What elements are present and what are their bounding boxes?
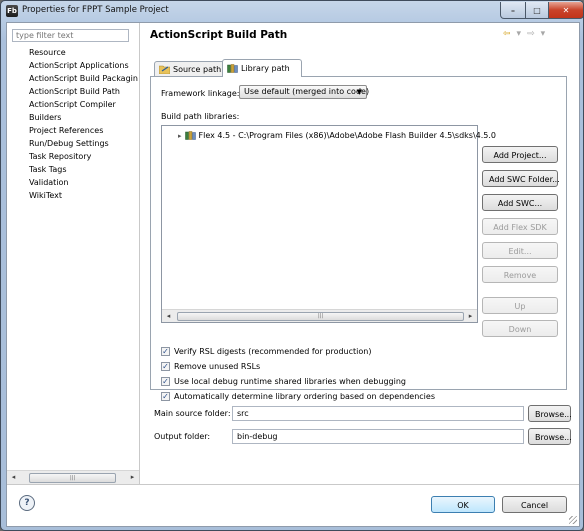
use-local-debug-rsl-label: Use local debug runtime shared libraries… xyxy=(174,377,406,386)
property-page-content: ActionScript Build Path ⇦ ▾ ⇨ ▾ Source p… xyxy=(140,23,579,484)
up-button[interactable]: Up xyxy=(482,297,558,314)
maximize-button[interactable]: □ xyxy=(525,2,549,19)
sidebar-item-resource[interactable]: Resource xyxy=(29,46,138,59)
auto-library-ordering-checkbox[interactable]: ✓ xyxy=(161,392,170,401)
flash-builder-app-icon: Fb xyxy=(6,5,18,17)
sidebar-horizontal-scrollbar[interactable]: ◂ ||| ▸ xyxy=(7,470,139,484)
build-path-libraries-tree[interactable]: ▸ Flex 4.5 - C:\Program Files (x86)\Adob… xyxy=(161,125,496,323)
sidebar-item-task-repository[interactable]: Task Repository xyxy=(29,150,138,163)
remove-unused-rsls-label: Remove unused RSLs xyxy=(174,362,261,371)
framework-linkage-label: Framework linkage: xyxy=(161,89,240,98)
libraries-horizontal-scrollbar[interactable]: ◂ ||| ▸ xyxy=(162,309,477,322)
help-icon[interactable]: ? xyxy=(19,495,35,511)
scroll-right-arrow-icon[interactable]: ▸ xyxy=(126,471,139,484)
dropdown-arrow-icon: ▼ xyxy=(356,88,362,96)
ok-button[interactable]: OK xyxy=(431,496,495,513)
property-navigation-pane: Resource ActionScript Applications Actio… xyxy=(7,23,140,484)
library-entry-label: Flex 4.5 - C:\Program Files (x86)\Adobe\… xyxy=(198,131,497,140)
view-menu-chevron-icon[interactable]: ▾ xyxy=(541,29,546,39)
add-swc-folder-button[interactable]: Add SWC Folder... xyxy=(482,170,560,187)
page-title: ActionScript Build Path xyxy=(150,29,288,41)
verify-rsl-checkbox[interactable]: ✓ xyxy=(161,347,170,356)
dialog-client-area: Resource ActionScript Applications Actio… xyxy=(6,22,580,527)
framework-linkage-select[interactable]: Use default (merged into code) ▼ xyxy=(239,85,370,99)
sidebar-item-actionscript-applications[interactable]: ActionScript Applications xyxy=(29,59,138,72)
title-bar[interactable]: Fb Properties for FPPT Sample Project – … xyxy=(1,1,583,21)
down-button[interactable]: Down xyxy=(482,320,558,337)
filter-input[interactable] xyxy=(12,29,129,42)
sidebar-item-actionscript-build-packaging[interactable]: ActionScript Build Packagin xyxy=(29,72,138,85)
build-path-libraries-label: Build path libraries: xyxy=(161,112,240,121)
close-button[interactable]: ✕ xyxy=(548,2,583,19)
history-navigation: ⇦ ▾ ⇨ ▾ xyxy=(503,29,545,39)
scroll-thumb[interactable]: ||| xyxy=(177,312,464,321)
browse-source-button[interactable]: Browse... xyxy=(528,405,572,422)
scroll-right-arrow-icon[interactable]: ▸ xyxy=(464,310,477,323)
sidebar-item-run-debug-settings[interactable]: Run/Debug Settings xyxy=(29,137,138,150)
window-title: Properties for FPPT Sample Project xyxy=(22,5,169,15)
remove-button[interactable]: Remove xyxy=(482,266,558,283)
tab-source-path[interactable]: Source path xyxy=(154,61,230,77)
output-folder-input[interactable] xyxy=(232,429,524,444)
use-local-debug-rsl-checkbox[interactable]: ✓ xyxy=(161,377,170,386)
remove-unused-rsls-option[interactable]: ✓ Remove unused RSLs xyxy=(161,360,260,373)
tab-library-path[interactable]: Library path xyxy=(222,59,302,77)
sidebar-item-wikitext[interactable]: WikiText xyxy=(29,189,138,202)
tab-source-path-label: Source path xyxy=(173,65,222,74)
framework-linkage-value: Use default (merged into code) xyxy=(244,87,370,96)
library-books-icon xyxy=(184,131,196,140)
scroll-left-arrow-icon[interactable]: ◂ xyxy=(162,310,175,323)
minimize-button[interactable]: – xyxy=(500,2,526,19)
main-source-folder-input[interactable] xyxy=(232,406,524,421)
auto-library-ordering-option[interactable]: ✓ Automatically determine library orderi… xyxy=(161,390,435,403)
sidebar-item-project-references[interactable]: Project References xyxy=(29,124,138,137)
output-folder-label: Output folder: xyxy=(154,432,211,441)
sidebar-item-builders[interactable]: Builders xyxy=(29,111,138,124)
resize-grip[interactable] xyxy=(569,516,577,524)
source-folder-icon xyxy=(159,65,170,74)
property-page-tree: Resource ActionScript Applications Actio… xyxy=(29,46,138,202)
use-local-debug-rsl-option[interactable]: ✓ Use local debug runtime shared librari… xyxy=(161,375,406,388)
expand-arrow-icon[interactable]: ▸ xyxy=(178,132,182,140)
browse-output-button[interactable]: Browse... xyxy=(528,428,572,445)
sidebar-item-actionscript-compiler[interactable]: ActionScript Compiler xyxy=(29,98,138,111)
sidebar-item-task-tags[interactable]: Task Tags xyxy=(29,163,138,176)
footer-divider xyxy=(7,484,579,485)
edit-button[interactable]: Edit... xyxy=(482,242,558,259)
back-arrow-icon[interactable]: ⇦ xyxy=(503,29,511,39)
sidebar-item-validation[interactable]: Validation xyxy=(29,176,138,189)
add-swc-button[interactable]: Add SWC... xyxy=(482,194,558,211)
sidebar-item-actionscript-build-path[interactable]: ActionScript Build Path xyxy=(29,85,138,98)
main-source-folder-label: Main source folder: xyxy=(154,409,231,418)
verify-rsl-option[interactable]: ✓ Verify RSL digests (recommended for pr… xyxy=(161,345,371,358)
properties-dialog: Fb Properties for FPPT Sample Project – … xyxy=(0,0,584,531)
library-path-panel: Framework linkage: Use default (merged i… xyxy=(150,76,567,401)
library-entry[interactable]: ▸ Flex 4.5 - C:\Program Files (x86)\Adob… xyxy=(178,131,496,140)
back-menu-chevron-icon[interactable]: ▾ xyxy=(517,29,522,39)
auto-library-ordering-label: Automatically determine library ordering… xyxy=(174,392,435,401)
cancel-button[interactable]: Cancel xyxy=(502,496,567,513)
add-flex-sdk-button[interactable]: Add Flex SDK xyxy=(482,218,558,235)
library-books-icon xyxy=(227,64,238,73)
remove-unused-rsls-checkbox[interactable]: ✓ xyxy=(161,362,170,371)
forward-arrow-icon[interactable]: ⇨ xyxy=(527,29,535,39)
scroll-left-arrow-icon[interactable]: ◂ xyxy=(7,471,20,484)
add-project-button[interactable]: Add Project... xyxy=(482,146,558,163)
scroll-thumb[interactable]: ||| xyxy=(29,473,116,483)
verify-rsl-label: Verify RSL digests (recommended for prod… xyxy=(174,347,372,356)
tab-library-path-label: Library path xyxy=(241,64,290,73)
